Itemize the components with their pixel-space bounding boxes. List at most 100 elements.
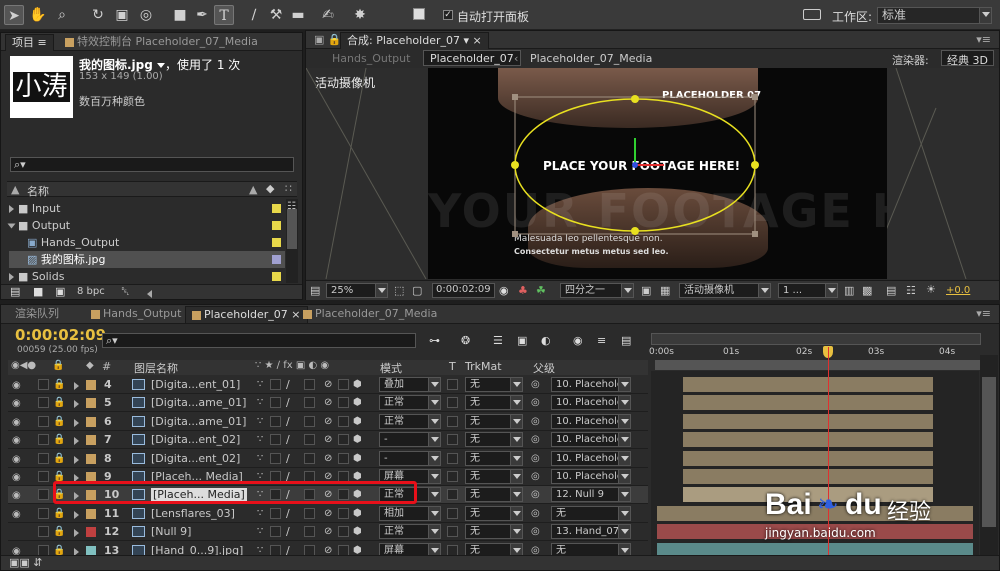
project-item[interactable]: ■ Solids — [9, 268, 285, 285]
zoom-select[interactable]: 25% — [326, 283, 388, 298]
shy-layers-icon[interactable]: ☰ — [493, 334, 503, 347]
label-color-swatch[interactable] — [272, 221, 281, 230]
project-item[interactable]: ▣ Hands_Output — [9, 234, 285, 251]
live-update-icon[interactable]: ▤ — [621, 334, 631, 347]
layer-duration-bar[interactable] — [683, 395, 933, 411]
preserve-transparency-toggle[interactable] — [447, 434, 458, 446]
effect-switch[interactable] — [304, 452, 315, 464]
pick-whip-icon[interactable]: ◎ — [531, 488, 540, 502]
resolution-select[interactable]: 四分之一 — [560, 283, 634, 298]
lock-toggle-icon[interactable]: 🔒 — [53, 396, 65, 410]
quality-switch-icon[interactable]: ∕ — [286, 452, 290, 466]
track-matte-select[interactable]: 无 — [465, 413, 523, 429]
timeline-search-input[interactable]: ⌕▾ — [102, 333, 416, 348]
preserve-transparency-toggle[interactable] — [447, 452, 458, 464]
motion-blur-switch-icon[interactable]: ⊘ — [324, 452, 332, 466]
region-of-interest-icon[interactable]: ▣ — [641, 284, 651, 297]
layer-name[interactable]: [Null 9] — [151, 525, 247, 539]
visibility-eye-icon[interactable] — [12, 452, 21, 466]
track-matte-select[interactable]: 无 — [465, 450, 523, 466]
3d-layer-switch-icon[interactable]: ⬢ — [353, 396, 362, 410]
trash-icon[interactable]: ␡ — [121, 285, 130, 299]
adjustment-switch[interactable] — [338, 379, 349, 390]
layer-duration-bar[interactable] — [683, 432, 933, 448]
text-tool-icon[interactable]: T — [214, 5, 234, 25]
parent-select[interactable]: 10. Placeholo — [551, 450, 631, 466]
adjustment-switch[interactable] — [338, 415, 349, 427]
blend-mode-select[interactable]: 正常 — [379, 413, 441, 429]
effect-switch[interactable] — [304, 526, 315, 538]
expand-arrow-icon[interactable] — [74, 510, 79, 519]
exposure-value[interactable]: +0.0 — [946, 285, 970, 296]
lock-toggle-icon[interactable]: 🔒 — [53, 433, 65, 447]
3d-layer-switch-icon[interactable]: ⬢ — [353, 415, 362, 429]
label-color-swatch[interactable] — [272, 272, 281, 281]
parent-select[interactable]: 13. Hand_07 — [551, 524, 631, 540]
graph-editor-icon[interactable]: ≡ — [597, 334, 606, 347]
preserve-transparency-toggle[interactable] — [447, 471, 458, 482]
tab-render-queue[interactable]: 渲染队列 — [9, 306, 65, 323]
adjustment-switch[interactable] — [338, 507, 349, 519]
preserve-transparency-toggle[interactable] — [447, 544, 458, 556]
safe-margins-icon[interactable]: ▢ — [412, 284, 422, 297]
layer-name[interactable]: [Digita...ent_02] — [151, 452, 247, 466]
motion-blur-icon[interactable]: ◐ — [541, 334, 551, 347]
motion-blur-switch-icon[interactable]: ⊘ — [324, 507, 332, 521]
views-count-select[interactable]: 1 ... — [778, 283, 838, 298]
layer-name[interactable]: [Digita...ame_01] — [151, 415, 247, 429]
track-matte-select[interactable]: 无 — [465, 432, 523, 448]
motion-blur-switch-icon[interactable]: ⊘ — [324, 415, 332, 429]
project-search-input[interactable]: ⌕▾ — [10, 157, 294, 172]
clone-stamp-tool-icon[interactable]: ⚒ — [266, 5, 286, 25]
quality-switch-icon[interactable]: ∕ — [286, 525, 290, 539]
collapse-switch[interactable] — [270, 415, 281, 427]
shy-switch-icon[interactable]: ∵ — [257, 433, 263, 447]
interpret-footage-icon[interactable]: ▤ — [10, 285, 20, 298]
snapshot-icon[interactable]: ◉ — [499, 284, 509, 297]
project-item[interactable]: ■ Output — [7, 217, 285, 234]
visibility-eye-icon[interactable] — [12, 470, 21, 484]
3d-layer-switch-icon[interactable]: ⬢ — [353, 452, 362, 466]
draft-3d-icon[interactable]: ❂ — [461, 334, 470, 347]
preserve-transparency-toggle[interactable] — [447, 489, 458, 501]
preserve-transparency-toggle[interactable] — [447, 397, 458, 409]
shy-switch-icon[interactable]: ∵ — [257, 525, 263, 539]
new-comp-icon[interactable]: ▣ — [55, 285, 65, 298]
pick-whip-icon[interactable]: ◎ — [531, 378, 540, 392]
eraser-tool-icon[interactable]: ▬ — [288, 5, 308, 25]
pick-whip-icon[interactable]: ◎ — [531, 396, 540, 410]
pen-tool-icon[interactable]: ✒ — [192, 5, 212, 25]
tab-hands-output[interactable]: Hands_Output — [85, 306, 187, 323]
track-matte-select[interactable]: 无 — [465, 395, 523, 411]
motion-blur-switch-icon[interactable]: ⊘ — [324, 525, 332, 539]
visibility-eye-icon[interactable] — [12, 396, 21, 410]
visibility-eye-icon[interactable] — [12, 507, 21, 521]
layer-row[interactable]: 🔒 5 [Digita...ame_01] ∵ ∕ ⊘ ⬢ 正常 无 ◎ 10. Placeholo — [8, 394, 648, 413]
lock-toggle-icon[interactable]: 🔒 — [53, 507, 65, 521]
layer-row[interactable]: 🔒 12 [Null 9] ∵ ∕ ⊘ ⬢ 正常 无 ◎ 13. Hand_07 — [8, 523, 648, 542]
layer-label-color[interactable] — [86, 453, 96, 464]
parent-select[interactable]: 10. Placeholo — [551, 432, 631, 448]
brainstorm-icon[interactable]: ◉ — [573, 334, 583, 347]
quality-switch-icon[interactable]: ∕ — [286, 507, 290, 521]
solo-toggle[interactable] — [38, 471, 49, 482]
collapse-switch[interactable] — [270, 397, 281, 409]
pick-whip-icon[interactable]: ◎ — [531, 452, 540, 466]
preserve-transparency-toggle[interactable] — [447, 526, 458, 538]
layer-label-color[interactable] — [86, 398, 96, 409]
layer-label-color[interactable] — [86, 508, 96, 519]
preserve-transparency-toggle[interactable] — [447, 415, 458, 427]
breadcrumb-hands-output[interactable]: Hands_Output — [332, 52, 410, 65]
roto-brush-tool-icon[interactable]: ✍ — [318, 5, 338, 25]
parent-select[interactable]: 10. Placeholo — [551, 469, 631, 484]
more-columns-icon[interactable]: ∷ — [285, 182, 292, 195]
label-color-swatch[interactable] — [272, 204, 281, 213]
adjustment-switch[interactable] — [338, 544, 349, 556]
flowchart-icon[interactable]: ☷ — [287, 201, 296, 212]
layer-duration-bar[interactable] — [683, 377, 933, 392]
time-ruler[interactable]: 0:00s 01s 02s 03s 04s — [649, 329, 981, 370]
blend-mode-select[interactable]: 相加 — [379, 505, 441, 521]
rotate-tool-icon[interactable]: ↻ — [88, 5, 108, 25]
sort-icon[interactable]: ▲ — [249, 183, 257, 196]
timeline-icon[interactable]: ▤ — [886, 284, 896, 297]
